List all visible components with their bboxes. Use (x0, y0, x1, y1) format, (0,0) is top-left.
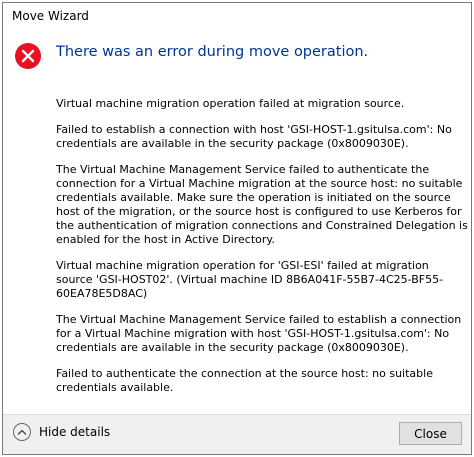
hide-details-label[interactable]: Hide details (39, 425, 110, 439)
detail-paragraph: Failed to establish a connection with ho… (56, 123, 452, 150)
main-instruction: There was an error during move operation… (56, 44, 369, 60)
dialog-footer: Hide details Close (3, 414, 471, 454)
move-wizard-window: Move Wizard There was an error during mo… (2, 2, 472, 455)
detail-paragraph: Failed to authenticate the connection at… (56, 367, 433, 394)
error-icon (14, 42, 42, 70)
close-button[interactable]: Close (399, 422, 462, 445)
detail-paragraph: The Virtual Machine Management Service f… (56, 163, 468, 246)
title-bar[interactable]: Move Wizard (3, 3, 471, 29)
detail-paragraph: Virtual machine migration operation for … (56, 259, 444, 300)
window-title: Move Wizard (12, 9, 89, 23)
chevron-up-icon[interactable] (13, 423, 31, 441)
error-details: Virtual machine migration operation fail… (56, 97, 468, 407)
detail-paragraph: The Virtual Machine Management Service f… (56, 313, 462, 354)
detail-paragraph: Virtual machine migration operation fail… (56, 97, 405, 110)
hide-details-toggle[interactable]: Hide details (13, 423, 110, 441)
